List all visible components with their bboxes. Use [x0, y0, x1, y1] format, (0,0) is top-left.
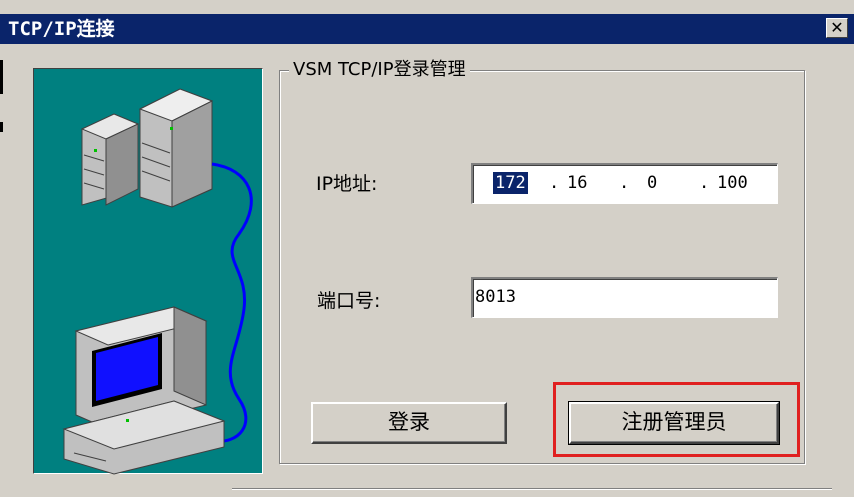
- ip-separator: .: [549, 173, 560, 193]
- port-label: 端口号:: [317, 290, 381, 312]
- highlight-annotation: [553, 382, 800, 457]
- server-icon: [138, 88, 214, 208]
- ip-address-label: IP地址:: [316, 173, 378, 195]
- login-button-label: 登录: [388, 410, 430, 434]
- ip-octet-1[interactable]: 172: [493, 172, 528, 194]
- network-illustration: [33, 68, 263, 475]
- background-edge: [0, 60, 3, 94]
- port-input[interactable]: 8013: [471, 277, 778, 318]
- bottom-separator: [232, 488, 832, 489]
- ip-separator: .: [699, 173, 710, 193]
- ip-separator: .: [619, 173, 630, 193]
- ip-octet-2[interactable]: 16: [567, 172, 587, 194]
- ip-address-input[interactable]: 172 . 16 . 0 . 100: [471, 163, 778, 204]
- close-icon: ✕: [830, 18, 844, 37]
- background-edge: [0, 122, 3, 132]
- title-bar[interactable]: TCP/IP连接 ✕: [0, 14, 854, 44]
- server-icon: [80, 113, 140, 206]
- tcpip-dialog: TCP/IP连接 ✕ VSM TCP/IP登录管理 IP地址: 172 . 16…: [0, 0, 854, 497]
- window-title: TCP/IP连接: [8, 18, 115, 40]
- network-cable-icon: [211, 162, 253, 443]
- computer-icon: [62, 306, 226, 475]
- network-illustration-graphic: [62, 88, 253, 475]
- close-button[interactable]: ✕: [826, 18, 848, 38]
- port-value: 8013: [475, 287, 516, 307]
- group-legend: VSM TCP/IP登录管理: [289, 58, 470, 82]
- login-button[interactable]: 登录: [311, 402, 507, 444]
- ip-octet-4[interactable]: 100: [717, 172, 748, 194]
- ip-octet-3[interactable]: 0: [647, 172, 657, 194]
